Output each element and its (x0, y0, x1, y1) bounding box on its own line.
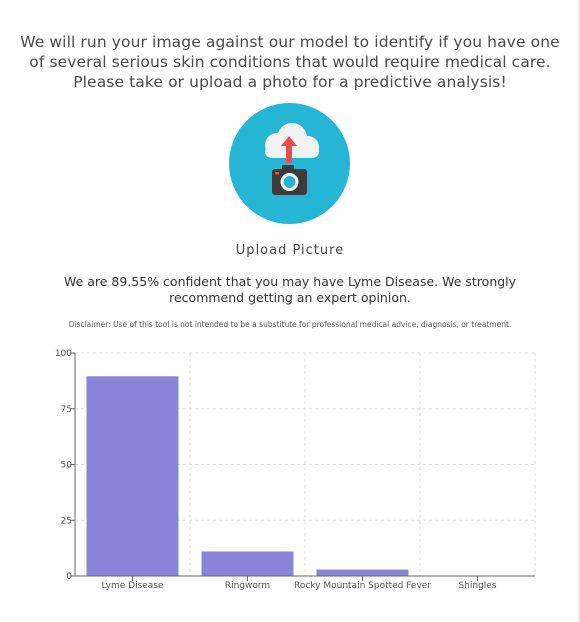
y-tick-label: 100 (55, 349, 72, 359)
x-tick-label: Lyme Disease (101, 581, 164, 591)
disclaimer-text: Disclaimer: Use of this tool is not inte… (68, 320, 512, 329)
bar-lyme-disease (86, 376, 179, 576)
bar-ringworm (201, 551, 294, 576)
bar-rocky-mountain-spotted-fever (316, 569, 409, 576)
y-tick-label: 50 (61, 461, 73, 471)
x-tick-label: Ringworm (225, 581, 270, 591)
prediction-bar-chart: 0 25 50 75 100 Lyme Disease Ringworm Rocky Moun… (55, 349, 536, 591)
upload-picture-label[interactable]: Upload Picture (0, 243, 580, 258)
x-tick-label: Shingles (458, 581, 496, 591)
camera-upload-icon (265, 123, 319, 195)
upload-picture-button[interactable] (229, 103, 350, 224)
y-tick-label: 75 (61, 405, 72, 415)
y-tick-label: 0 (66, 572, 72, 582)
result-text: We are 89.55% confident that you may hav… (63, 274, 517, 305)
intro-text: We will run your image against our model… (20, 33, 560, 91)
x-tick-label: Rocky Mountain Spotted Fever (294, 581, 431, 591)
y-tick-label: 25 (61, 516, 72, 526)
